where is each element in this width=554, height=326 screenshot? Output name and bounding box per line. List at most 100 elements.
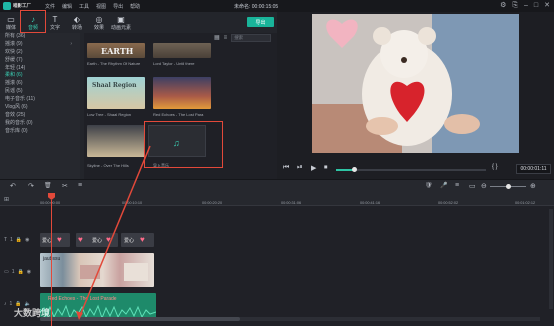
category-sidebar: 所有 (36) 摇滚 (9) › 欢快 (2) 舒缓 (7) 年轻 (14) 柔和… xyxy=(0,33,80,179)
category-item[interactable]: 舒缓 (7) xyxy=(0,57,80,65)
track-thumbnail[interactable] xyxy=(153,77,211,109)
track-thumbnail[interactable]: Shaal Region xyxy=(87,77,145,109)
text-icon: T xyxy=(52,14,58,24)
zoom-out-icon[interactable]: ⊖ xyxy=(481,182,487,190)
timeline: ⊞ 00:00:00:00 00:00:10:10 00:00:20:20 00… xyxy=(0,193,554,326)
restore-layout-icon[interactable]: ⎘ xyxy=(512,1,518,11)
heart-icon: ♥ xyxy=(140,235,145,244)
library-toolbar: ▦ ≡ 搜索 xyxy=(214,33,272,42)
document-title: 未命名: 00:00:15:05 xyxy=(234,4,279,10)
track-title: Earth - The Rhythm Of Nature xyxy=(87,61,141,66)
eye-icon[interactable]: ◉ xyxy=(25,237,29,243)
tab-transitions[interactable]: ⬖ 转场 xyxy=(66,12,88,33)
ruler-tick: 00:00:10:10 xyxy=(122,201,143,205)
undo-icon[interactable]: ↶ xyxy=(10,182,16,190)
tab-effects[interactable]: ◎ 效果 xyxy=(88,12,110,33)
ruler-tick: 00:01:02:12 xyxy=(515,201,536,205)
menu-help[interactable]: 帮助 xyxy=(130,3,140,10)
search-input[interactable]: 搜索 xyxy=(231,33,272,42)
video-track-header: ▭ 1 🔒 ◉ xyxy=(0,269,40,275)
microphone-icon[interactable]: 🎤 xyxy=(440,182,447,189)
time-ruler[interactable]: ⊞ 00:00:00:00 00:00:10:10 00:00:20:20 00… xyxy=(0,193,554,206)
effects-icon: ◎ xyxy=(95,14,103,24)
eye-icon[interactable]: ◉ xyxy=(27,269,31,275)
category-item[interactable]: 摇滚 (9) › xyxy=(0,41,80,49)
category-item[interactable]: 所有 (36) xyxy=(0,33,80,41)
text-track-icon: T xyxy=(4,237,8,243)
tab-elements[interactable]: ▣ 动画元素 xyxy=(110,12,132,33)
delete-icon[interactable]: 🗑 xyxy=(44,182,52,189)
preview-canvas xyxy=(312,14,519,153)
playhead[interactable] xyxy=(51,200,52,326)
shield-icon[interactable]: 🛡 xyxy=(425,182,433,189)
tab-text[interactable]: T 文字 xyxy=(44,12,66,33)
text-clip[interactable]: 爱心 ♥ xyxy=(121,233,154,247)
preview-panel: ⏮ ⏯ ▶ ⏹ { } 00:00:01:11 xyxy=(277,12,554,179)
ruler-tick: 00:00:20:20 xyxy=(202,201,223,205)
grid-view-icon[interactable]: ▦ xyxy=(214,34,220,41)
lock-icon[interactable]: 🔒 xyxy=(18,269,24,275)
track-thumbnail[interactable] xyxy=(87,125,145,157)
track-thumbnail[interactable]: EARTH xyxy=(87,43,145,58)
menu-export[interactable]: 导出 xyxy=(113,3,123,10)
lock-icon[interactable]: 🔒 xyxy=(16,237,22,243)
video-clip[interactable]: jaubssu xyxy=(40,253,154,287)
preview-progress-bar[interactable] xyxy=(336,167,486,172)
redo-icon[interactable]: ↷ xyxy=(28,182,34,190)
menu-view[interactable]: 视图 xyxy=(96,3,106,10)
preview-progress-handle[interactable] xyxy=(352,167,357,172)
cut-icon[interactable]: ✂ xyxy=(62,182,68,190)
tab-media[interactable]: ▭ 媒体 xyxy=(0,12,22,33)
settings-icon[interactable]: ⚙ xyxy=(500,1,506,11)
add-track-icon[interactable]: ⊞ xyxy=(4,196,9,203)
stop-icon[interactable]: ⏹ xyxy=(324,164,328,172)
category-item[interactable]: 音乐库 (0) xyxy=(0,128,80,136)
track-index: 1 xyxy=(11,269,15,275)
close-icon[interactable]: ✕ xyxy=(544,1,550,11)
menu-file[interactable]: 文件 xyxy=(45,3,55,10)
list-view-icon[interactable]: ≡ xyxy=(224,35,228,41)
export-button[interactable]: 导出 xyxy=(247,17,274,27)
text-clip[interactable]: 爱心 ♥ xyxy=(40,233,70,247)
video-frame xyxy=(80,265,100,279)
text-clip[interactable]: ♥ 爱心 ♥ xyxy=(76,233,118,247)
timeline-toolbar: ↶ ↷ 🗑 ✂ ≡ 🛡 🎤 ≡ ▭ ⊖ ⊕ xyxy=(0,179,554,193)
zoom-slider-handle[interactable] xyxy=(506,184,511,189)
category-item[interactable]: 电子音乐 (11) xyxy=(0,96,80,104)
minimize-icon[interactable]: – xyxy=(524,1,528,11)
watermark: 大数跨境 xyxy=(14,308,51,318)
ruler-tick: 00:00:31:06 xyxy=(281,201,302,205)
screen-icon[interactable]: ▭ xyxy=(469,182,476,190)
preview-timecode: 00:00:01:11 xyxy=(516,164,551,174)
timeline-vertical-scrollbar[interactable] xyxy=(549,209,553,309)
zoom-slider[interactable] xyxy=(490,184,526,189)
previous-frame-icon[interactable]: ⏮ xyxy=(283,164,289,172)
maximize-icon[interactable]: □ xyxy=(534,1,538,11)
mark-in-out-icon[interactable]: { } xyxy=(492,164,498,170)
category-item[interactable]: Vlog风 (6) xyxy=(0,104,80,112)
category-item[interactable]: 我的音乐 (0) xyxy=(0,120,80,128)
track-thumbnail[interactable] xyxy=(153,43,211,58)
zoom-in-icon[interactable]: ⊕ xyxy=(530,182,536,190)
folder-icon: ▭ xyxy=(7,14,15,24)
menu-icon[interactable]: ≡ xyxy=(455,182,459,189)
play-pause-icon[interactable]: ⏯ xyxy=(297,164,303,172)
track-title: Low Tree - Shaal Region xyxy=(87,112,132,117)
heart-icon: ♥ xyxy=(78,235,83,244)
tab-label: 效果 xyxy=(93,24,104,31)
audio-mixer-icon[interactable]: ≡ xyxy=(78,182,82,189)
scrollbar-thumb[interactable] xyxy=(40,317,240,321)
timeline-horizontal-scrollbar[interactable] xyxy=(40,317,540,321)
tab-label: 动画元素 xyxy=(110,24,131,31)
tab-label: 媒体 xyxy=(5,24,16,31)
category-item[interactable]: 民谣 (5) xyxy=(0,88,80,96)
text-track-header: T 1 🔒 ◉ xyxy=(0,237,40,243)
tab-label: 转场 xyxy=(71,24,82,31)
category-item[interactable]: 欢快 (2) xyxy=(0,49,80,57)
menu-edit[interactable]: 编辑 xyxy=(62,3,72,10)
category-item[interactable]: 音效 (25) xyxy=(0,112,80,120)
play-icon[interactable]: ▶ xyxy=(311,164,316,172)
highlight-audio-tab xyxy=(20,10,46,33)
menu-tools[interactable]: 工具 xyxy=(79,3,89,10)
video-track-icon: ▭ xyxy=(4,269,9,275)
